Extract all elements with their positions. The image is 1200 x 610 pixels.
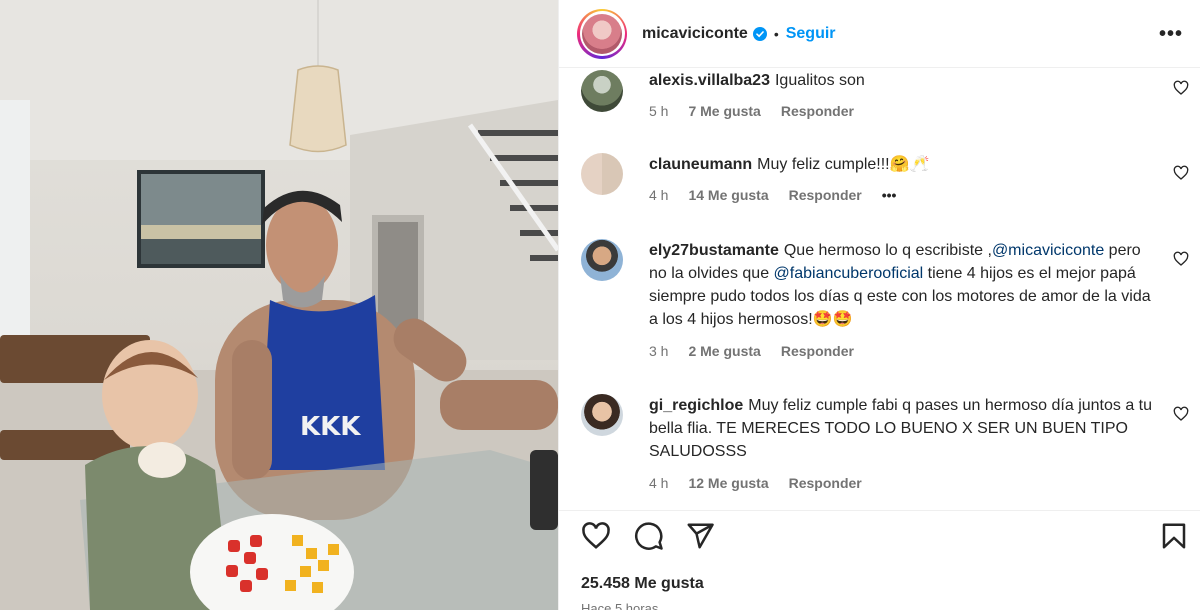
commenter-username[interactable]: clauneumann — [649, 156, 752, 173]
comment-text: Muy feliz cumple!!!🤗🥂 — [757, 156, 930, 173]
svg-text:KKK: KKK — [300, 412, 361, 442]
heart-icon[interactable] — [1173, 406, 1189, 422]
commenter-avatar[interactable] — [581, 70, 623, 112]
reply-button[interactable]: Responder — [781, 103, 854, 119]
post-header: micaviciconte • Seguir ••• — [559, 0, 1200, 68]
reply-button[interactable]: Responder — [781, 343, 854, 359]
author-username[interactable]: micaviciconte — [642, 25, 748, 43]
comment-text: Que hermoso lo q escribiste , — [783, 242, 992, 259]
commenter-username[interactable]: ely27bustamante — [649, 242, 779, 259]
comment-age: 5 h — [649, 103, 669, 119]
commenter-avatar[interactable] — [581, 239, 623, 281]
reply-button[interactable]: Responder — [789, 475, 862, 491]
comment-meta: 4 h 14 Me gusta Responder ••• — [649, 187, 896, 203]
comment-likes[interactable]: 7 Me gusta — [688, 103, 760, 119]
comment-meta: 4 h 12 Me gusta Responder — [649, 475, 862, 491]
comments-list: alexis.villalba23 Igualitos son 5 h 7 Me … — [559, 68, 1200, 510]
comment-likes[interactable]: 12 Me gusta — [688, 475, 768, 491]
post-actions: 25.458 Me gusta Hace 5 horas — [559, 510, 1200, 610]
comment-meta: 3 h 2 Me gusta Responder — [649, 343, 854, 359]
bookmark-icon[interactable] — [1159, 521, 1189, 551]
post-time: Hace 5 horas — [581, 601, 659, 610]
heart-icon[interactable] — [1173, 251, 1189, 267]
comment-text: Igualitos son — [774, 72, 865, 89]
comment-age: 4 h — [649, 475, 669, 491]
header-separator: • — [773, 25, 779, 42]
post-panel: micaviciconte • Seguir ••• alexis.villal… — [558, 0, 1200, 610]
mention-link[interactable]: @micaviciconte — [992, 242, 1104, 259]
comment-age: 4 h — [649, 187, 669, 203]
comment-likes[interactable]: 2 Me gusta — [688, 343, 760, 359]
comment-meta: 5 h 7 Me gusta Responder — [649, 103, 854, 119]
comment-age: 3 h — [649, 343, 669, 359]
more-options-icon[interactable]: ••• — [1159, 24, 1183, 44]
like-heart-icon[interactable] — [581, 521, 611, 551]
post-photo: KKK — [0, 0, 558, 610]
likes-count[interactable]: 25.458 Me gusta — [581, 575, 704, 593]
heart-icon[interactable] — [1173, 165, 1189, 181]
heart-icon[interactable] — [1173, 80, 1189, 96]
commenter-username[interactable]: gi_regichloe — [649, 397, 743, 414]
post-photo-illustration: KKK — [0, 0, 558, 610]
share-icon[interactable] — [685, 521, 715, 551]
commenter-avatar[interactable] — [581, 153, 623, 195]
reply-button[interactable]: Responder — [789, 187, 862, 203]
comment-options-icon[interactable]: ••• — [882, 187, 897, 203]
mention-link[interactable]: @fabiancuberooficial — [774, 265, 924, 282]
comment-icon[interactable] — [634, 521, 664, 551]
follow-button[interactable]: Seguir — [786, 25, 836, 43]
commenter-avatar[interactable] — [581, 394, 623, 436]
comment-likes[interactable]: 14 Me gusta — [688, 187, 768, 203]
author-avatar[interactable] — [577, 8, 627, 59]
commenter-username[interactable]: alexis.villalba23 — [649, 72, 770, 89]
verified-badge-icon — [752, 26, 767, 41]
